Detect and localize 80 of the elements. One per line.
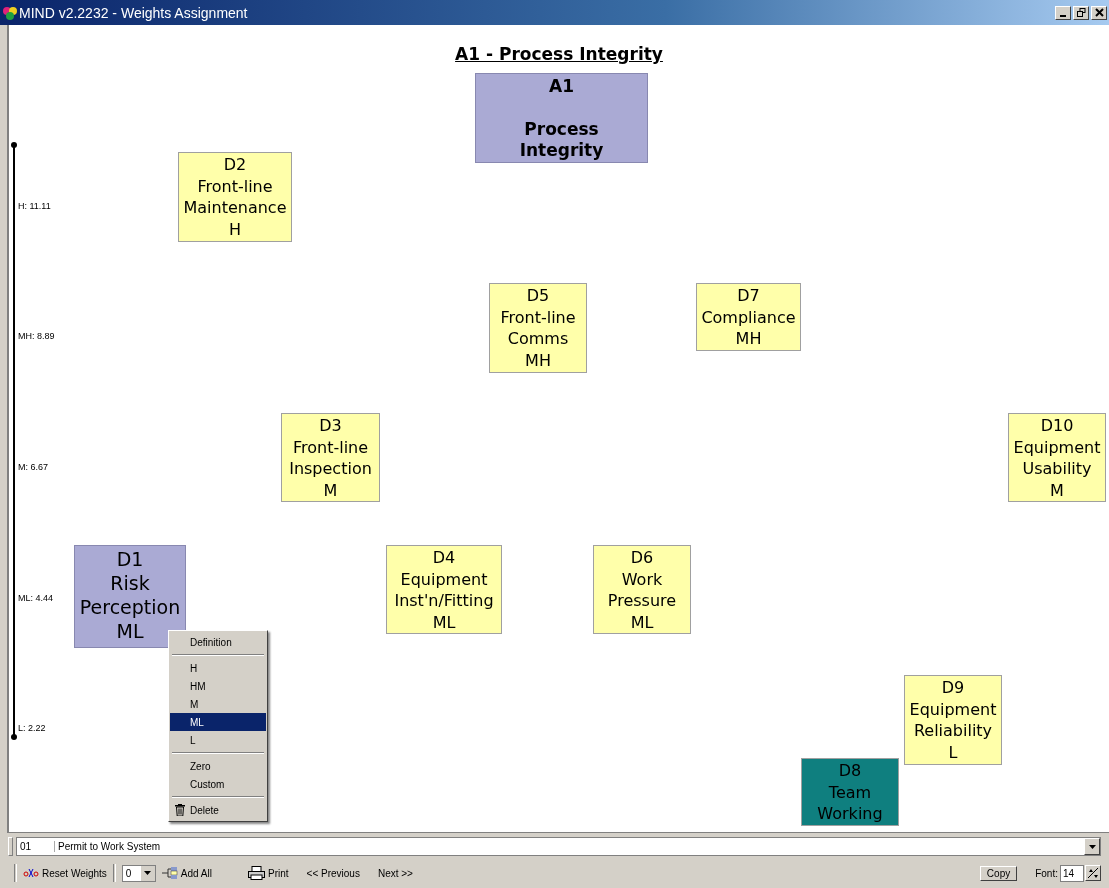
node-name: Compliance — [701, 306, 796, 328]
node-id: D8 — [838, 760, 862, 782]
font-size-field[interactable]: 14 — [1060, 864, 1084, 882]
menu-item[interactable]: Custom — [170, 775, 266, 793]
node-weight: L — [948, 741, 958, 763]
node-name: Risk Perception — [78, 571, 182, 619]
factor-node[interactable]: D1 Risk Perception ML — [74, 545, 186, 648]
colored-balls-icon — [2, 5, 18, 20]
scale-label: H: 11.11 — [18, 200, 51, 212]
restore-button[interactable] — [1073, 5, 1089, 20]
trash-icon — [175, 804, 185, 816]
window-title: MIND v2.2232 - Weights Assignment — [19, 4, 248, 21]
copy-button[interactable]: Copy — [979, 865, 1018, 881]
reset-icon — [23, 867, 39, 879]
minimize-icon — [1060, 14, 1066, 17]
menu-item[interactable]: Zero — [170, 757, 266, 775]
node-weight: MH — [735, 328, 762, 350]
scale-label: M: 6.67 — [18, 461, 48, 473]
tree-icon — [161, 867, 178, 879]
node-name: Team Working — [816, 781, 884, 825]
menu-item[interactable]: HM — [170, 677, 266, 695]
node-name: Front-line Comms — [499, 306, 577, 350]
node-weight: ML — [630, 611, 654, 633]
node-weight: H — [229, 218, 241, 240]
count-dropdown[interactable]: 0 — [121, 864, 156, 882]
minimize-button[interactable] — [1055, 5, 1071, 20]
node-name: Work Pressure — [606, 568, 678, 612]
node-id: D5 — [526, 285, 550, 307]
scale-label: L: 2.22 — [18, 722, 46, 734]
node-name: Equipment Usability — [1012, 436, 1102, 480]
next-button[interactable]: Next >> — [377, 867, 413, 879]
previous-button[interactable]: << Previous — [306, 867, 360, 879]
node-name: Equipment Reliability — [908, 698, 998, 742]
close-icon — [1094, 8, 1104, 17]
factor-node[interactable]: D3 Front-line Inspection M — [281, 413, 380, 502]
close-button[interactable] — [1091, 5, 1107, 20]
spinner-button[interactable] — [1085, 865, 1101, 881]
node-name: Front-line Maintenance — [182, 175, 288, 219]
node-id: D7 — [737, 285, 760, 307]
factor-node[interactable]: D4 Equipment Inst'n/Fitting ML — [386, 545, 502, 634]
spinner-icon — [1087, 867, 1099, 879]
node-id: D6 — [630, 547, 654, 569]
print-button[interactable]: Print — [248, 866, 289, 880]
factor-node[interactable]: D8 Team Working — [801, 758, 899, 826]
factor-node[interactable]: D9 Equipment Reliability L — [904, 675, 1002, 765]
scale-label: MH: 8.89 — [18, 330, 55, 342]
diagram-title: A1 - Process Integrity — [454, 44, 664, 64]
menu-item[interactable]: H — [170, 659, 266, 677]
system-dropdown[interactable]: 01 Permit to Work System — [16, 837, 1101, 856]
menu-item[interactable]: L — [170, 731, 266, 749]
scale-label: ML: 4.44 — [18, 592, 54, 604]
node-id: D10 — [1040, 415, 1074, 437]
menu-item[interactable]: M — [170, 695, 266, 713]
menu-item[interactable]: ML — [170, 713, 266, 731]
restore-icon — [1076, 8, 1086, 17]
node-id: D4 — [432, 547, 456, 569]
add-all-button[interactable]: Add All — [161, 867, 212, 879]
node-weight: ML — [432, 611, 456, 633]
node-id: D3 — [319, 415, 342, 437]
node-name: Process Integrity — [518, 119, 605, 161]
node-weight: M — [323, 479, 338, 501]
reset-weights-button[interactable]: Reset Weights — [23, 867, 107, 879]
node-weight: MH — [525, 349, 551, 371]
factor-node[interactable]: D5 Front-line Comms MH — [489, 283, 587, 373]
menu-item[interactable]: Delete — [170, 801, 266, 819]
factor-node[interactable]: D2 Front-line Maintenance H — [178, 152, 292, 242]
node-id: D9 — [941, 677, 965, 699]
factor-node[interactable]: D10 Equipment Usability M — [1008, 413, 1106, 502]
node-id: D1 — [116, 547, 144, 571]
factor-node[interactable]: D7 Compliance MH — [696, 283, 801, 351]
node-id: D2 — [223, 154, 247, 176]
factor-node[interactable]: D6 Work Pressure ML — [593, 545, 691, 634]
node-weight: ML — [116, 619, 144, 643]
node-weight: M — [1050, 479, 1064, 501]
node-name: Equipment Inst'n/Fitting — [393, 568, 495, 612]
node-name: Front-line Inspection — [288, 436, 373, 480]
node-id: A1 — [549, 76, 574, 97]
font-label: Font: — [1035, 867, 1058, 879]
printer-icon — [248, 866, 265, 880]
root-node[interactable]: A1 Process Integrity — [475, 73, 648, 163]
